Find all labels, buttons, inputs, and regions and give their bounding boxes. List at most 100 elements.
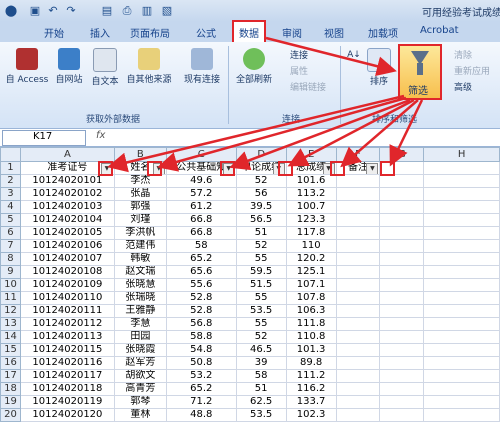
cell[interactable]: 张晓慧	[113, 278, 167, 292]
edit-links-button[interactable]: 编辑链接	[290, 80, 326, 93]
cell[interactable]: 58	[165, 239, 237, 253]
sort-az-icon[interactable]: A↓	[344, 50, 364, 60]
cell[interactable]: 51	[235, 226, 287, 240]
cell[interactable]	[379, 187, 425, 201]
cell[interactable]: 52.8	[165, 304, 237, 318]
column-header[interactable]: A	[19, 147, 115, 162]
cell[interactable]	[335, 291, 381, 305]
cell[interactable]: 10124020113	[19, 330, 115, 344]
reapply-button[interactable]: 重新应用	[454, 64, 490, 77]
cell[interactable]: 10124020109	[19, 278, 115, 292]
cell[interactable]: 56.5	[235, 213, 287, 227]
from-web-button[interactable]: 自网站	[52, 46, 86, 85]
cell[interactable]: 111.2	[285, 369, 337, 383]
cell[interactable]	[379, 356, 425, 370]
cell[interactable]	[423, 369, 500, 383]
cell[interactable]	[379, 369, 425, 383]
cell[interactable]: 56.8	[165, 317, 237, 331]
row-header[interactable]: 6	[0, 226, 21, 240]
cell[interactable]: 王雅静	[113, 304, 167, 318]
cell[interactable]: 51	[235, 382, 287, 396]
cell[interactable]: 10124020112	[19, 317, 115, 331]
cell[interactable]	[379, 408, 425, 422]
cell[interactable]: 107.8	[285, 291, 337, 305]
cell[interactable]	[335, 265, 381, 279]
cell[interactable]	[423, 226, 500, 240]
cell[interactable]: 10124020119	[19, 395, 115, 409]
open-icon[interactable]: ▧	[160, 4, 174, 18]
cell[interactable]: 赵文瑞	[113, 265, 167, 279]
cell[interactable]	[423, 395, 500, 409]
column-header[interactable]: D	[235, 147, 287, 162]
cell[interactable]	[335, 395, 381, 409]
cell[interactable]: 39	[235, 356, 287, 370]
cell[interactable]: 49.6	[165, 174, 237, 188]
cell[interactable]: 范建伟	[113, 239, 167, 253]
connections-button[interactable]: 连接	[290, 48, 308, 61]
column-header[interactable]: F	[335, 147, 381, 162]
cell[interactable]: 10124020118	[19, 382, 115, 396]
tab-home[interactable]: 开始	[44, 25, 64, 40]
cell[interactable]: 39.5	[235, 200, 287, 214]
cell[interactable]: 郭琴	[113, 395, 167, 409]
cell[interactable]	[335, 408, 381, 422]
cell[interactable]	[423, 213, 500, 227]
cell[interactable]	[379, 265, 425, 279]
cell[interactable]	[335, 317, 381, 331]
cell[interactable]	[423, 187, 500, 201]
sort-button[interactable]: 排序	[364, 46, 394, 87]
row-header[interactable]: 2	[0, 174, 21, 188]
cell[interactable]: 125.1	[285, 265, 337, 279]
cell[interactable]	[423, 291, 500, 305]
cell[interactable]: 110	[285, 239, 337, 253]
cell[interactable]	[335, 382, 381, 396]
row-header[interactable]: 20	[0, 408, 21, 422]
cell[interactable]: 李洪帆	[113, 226, 167, 240]
cell[interactable]	[379, 239, 425, 253]
name-box[interactable]: K17	[2, 130, 86, 146]
column-header[interactable]: C	[165, 147, 237, 162]
cell[interactable]	[335, 252, 381, 266]
cell[interactable]	[379, 200, 425, 214]
cell[interactable]	[379, 382, 425, 396]
row-header[interactable]: 15	[0, 343, 21, 357]
filter-dropdown-icon[interactable]: ▼	[366, 163, 379, 174]
row-header[interactable]: 12	[0, 304, 21, 318]
cell[interactable]: 100.7	[285, 200, 337, 214]
from-other-sources-button[interactable]: 自其他来源	[122, 46, 176, 85]
cell[interactable]	[379, 291, 425, 305]
new-icon[interactable]: ▤	[100, 4, 114, 18]
cell[interactable]: 10124020117	[19, 369, 115, 383]
cell[interactable]: 李杰	[113, 174, 167, 188]
cell[interactable]: 111.8	[285, 317, 337, 331]
row-header[interactable]: 1	[0, 161, 21, 175]
cell[interactable]: 10124020104	[19, 213, 115, 227]
row-header[interactable]: 19	[0, 395, 21, 409]
cell[interactable]	[423, 174, 500, 188]
cell[interactable]: 50.8	[165, 356, 237, 370]
cell[interactable]: 58	[235, 369, 287, 383]
row-header[interactable]: 4	[0, 200, 21, 214]
cell[interactable]	[379, 252, 425, 266]
existing-connections-button[interactable]: 现有连接	[180, 46, 224, 85]
cell[interactable]: 赵军芳	[113, 356, 167, 370]
from-access-button[interactable]: 自 Access	[4, 46, 50, 85]
column-header[interactable]: H	[423, 147, 500, 162]
cell[interactable]: 48.8	[165, 408, 237, 422]
cell[interactable]	[423, 382, 500, 396]
cell[interactable]: 55	[235, 317, 287, 331]
cell[interactable]: 55.6	[165, 278, 237, 292]
cell[interactable]: 62.5	[235, 395, 287, 409]
cell[interactable]	[379, 278, 425, 292]
cell[interactable]	[423, 408, 500, 422]
cell[interactable]: 10124020105	[19, 226, 115, 240]
cell[interactable]	[423, 356, 500, 370]
tab-acrobat[interactable]: Acrobat	[420, 25, 459, 36]
cell[interactable]: 胡欲文	[113, 369, 167, 383]
filter-button[interactable]: 筛选	[398, 44, 442, 100]
cell[interactable]: 10124020111	[19, 304, 115, 318]
cell[interactable]	[335, 304, 381, 318]
column-header[interactable]: B	[113, 147, 167, 162]
cell[interactable]	[379, 330, 425, 344]
from-text-button[interactable]: 自文本	[88, 46, 122, 87]
